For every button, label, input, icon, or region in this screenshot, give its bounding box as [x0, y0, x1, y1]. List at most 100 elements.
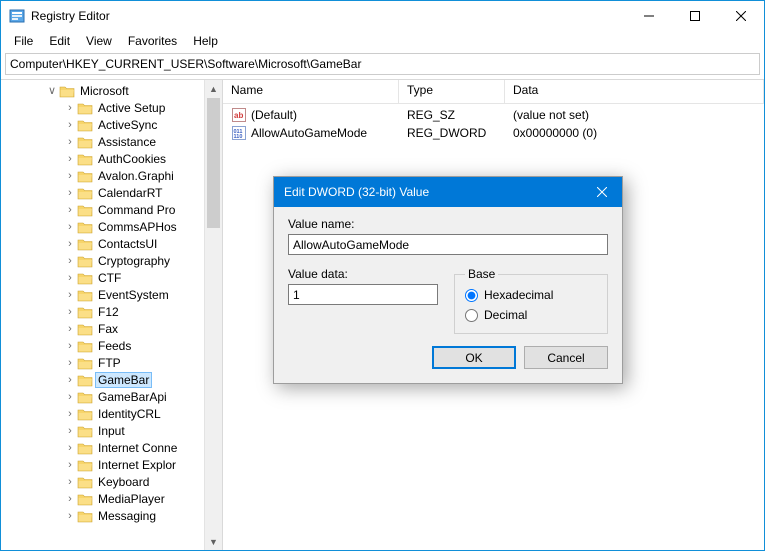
folder-icon [77, 339, 93, 353]
expand-icon[interactable]: › [63, 102, 77, 114]
folder-icon [77, 441, 93, 455]
folder-icon [77, 101, 93, 115]
column-header-name[interactable]: Name [223, 80, 399, 103]
tree-node[interactable]: › Input [5, 422, 222, 439]
folder-icon [77, 118, 93, 132]
expand-icon[interactable]: › [63, 323, 77, 335]
app-icon [9, 8, 25, 24]
address-bar[interactable]: Computer\HKEY_CURRENT_USER\Software\Micr… [5, 53, 760, 75]
tree-node[interactable]: › Cryptography [5, 252, 222, 269]
tree-node[interactable]: › Messaging [5, 507, 222, 524]
tree-scroll-up[interactable]: ▲ [205, 80, 222, 97]
expand-icon[interactable]: › [63, 459, 77, 471]
expand-icon[interactable]: › [63, 340, 77, 352]
value-name: AllowAutoGameMode [251, 126, 367, 140]
folder-icon [77, 152, 93, 166]
tree-scroll-thumb[interactable] [207, 98, 220, 228]
minimize-button[interactable] [626, 1, 672, 31]
tree-node[interactable]: › Avalon.Graphi [5, 167, 222, 184]
collapse-icon[interactable]: ∨ [45, 84, 59, 97]
tree-node[interactable]: › IdentityCRL [5, 405, 222, 422]
expand-icon[interactable]: › [63, 204, 77, 216]
expand-icon[interactable]: › [63, 510, 77, 522]
menu-view[interactable]: View [79, 33, 119, 49]
expand-icon[interactable]: › [63, 119, 77, 131]
menu-help[interactable]: Help [186, 33, 225, 49]
folder-icon [77, 203, 93, 217]
menu-edit[interactable]: Edit [42, 33, 77, 49]
svg-text:ab: ab [234, 111, 243, 120]
expand-icon[interactable]: › [63, 136, 77, 148]
expand-icon[interactable]: › [63, 238, 77, 250]
tree-node[interactable]: › Command Pro [5, 201, 222, 218]
folder-icon [77, 305, 93, 319]
tree-node[interactable]: › Active Setup [5, 99, 222, 116]
address-text: Computer\HKEY_CURRENT_USER\Software\Micr… [10, 57, 361, 71]
tree-node[interactable]: › AuthCookies [5, 150, 222, 167]
tree-label: GameBarApi [96, 390, 169, 404]
tree-node[interactable]: › Internet Explor [5, 456, 222, 473]
folder-icon [77, 271, 93, 285]
tree-node[interactable]: › ContactsUI [5, 235, 222, 252]
tree-node[interactable]: › GameBar [5, 371, 222, 388]
dword-value-icon: 011 110 [231, 125, 247, 141]
maximize-button[interactable] [672, 1, 718, 31]
tree-node[interactable]: › CTF [5, 269, 222, 286]
tree-node[interactable]: › ActiveSync [5, 116, 222, 133]
folder-icon [77, 356, 93, 370]
column-header-type[interactable]: Type [399, 80, 505, 103]
expand-icon[interactable]: › [63, 391, 77, 403]
tree-node[interactable]: › Keyboard [5, 473, 222, 490]
folder-icon [77, 322, 93, 336]
expand-icon[interactable]: › [63, 408, 77, 420]
value-row[interactable]: ab (Default)REG_SZ(value not set) [223, 106, 764, 124]
expand-icon[interactable]: › [63, 425, 77, 437]
value-row[interactable]: 011 110 AllowAutoGameModeREG_DWORD0x0000… [223, 124, 764, 142]
menu-file[interactable]: File [7, 33, 40, 49]
tree-label: ActiveSync [96, 118, 159, 132]
values-pane: Name Type Data ab (Default)REG_SZ(value … [223, 80, 764, 550]
expand-icon[interactable]: › [63, 187, 77, 199]
tree-label: Avalon.Graphi [96, 169, 176, 183]
tree-node[interactable]: › F12 [5, 303, 222, 320]
tree-node[interactable]: › MediaPlayer [5, 490, 222, 507]
expand-icon[interactable]: › [63, 153, 77, 165]
menu-favorites[interactable]: Favorites [121, 33, 184, 49]
tree-label: MediaPlayer [96, 492, 167, 506]
expand-icon[interactable]: › [63, 476, 77, 488]
tree-node[interactable]: › FTP [5, 354, 222, 371]
tree-label: Keyboard [96, 475, 151, 489]
values-header: Name Type Data [223, 80, 764, 104]
tree-node[interactable]: › Internet Conne [5, 439, 222, 456]
expand-icon[interactable]: › [63, 289, 77, 301]
expand-icon[interactable]: › [63, 306, 77, 318]
tree-label: Assistance [96, 135, 158, 149]
menubar: File Edit View Favorites Help [1, 31, 764, 51]
tree-label: Internet Conne [96, 441, 179, 455]
expand-icon[interactable]: › [63, 221, 77, 233]
expand-icon[interactable]: › [63, 493, 77, 505]
expand-icon[interactable]: › [63, 272, 77, 284]
tree-node[interactable]: › Fax [5, 320, 222, 337]
expand-icon[interactable]: › [63, 374, 77, 386]
expand-icon[interactable]: › [63, 255, 77, 267]
tree-node[interactable]: › EventSystem [5, 286, 222, 303]
tree-node[interactable]: › GameBarApi [5, 388, 222, 405]
tree-label: CalendarRT [96, 186, 164, 200]
column-header-data[interactable]: Data [505, 80, 764, 103]
expand-icon[interactable]: › [63, 442, 77, 454]
tree-node[interactable]: › CalendarRT [5, 184, 222, 201]
folder-icon [77, 373, 93, 387]
expand-icon[interactable]: › [63, 170, 77, 182]
expand-icon[interactable]: › [63, 357, 77, 369]
tree-node[interactable]: › CommsAPHos [5, 218, 222, 235]
tree-node[interactable]: › Assistance [5, 133, 222, 150]
tree-node[interactable]: › Feeds [5, 337, 222, 354]
tree-scroll-down[interactable]: ▼ [205, 533, 222, 550]
folder-icon [77, 288, 93, 302]
folder-icon [77, 407, 93, 421]
tree-label: Command Pro [96, 203, 177, 217]
folder-icon [77, 186, 93, 200]
window-close-button[interactable] [718, 1, 764, 31]
tree-node-parent[interactable]: ∨ Microsoft [5, 82, 222, 99]
